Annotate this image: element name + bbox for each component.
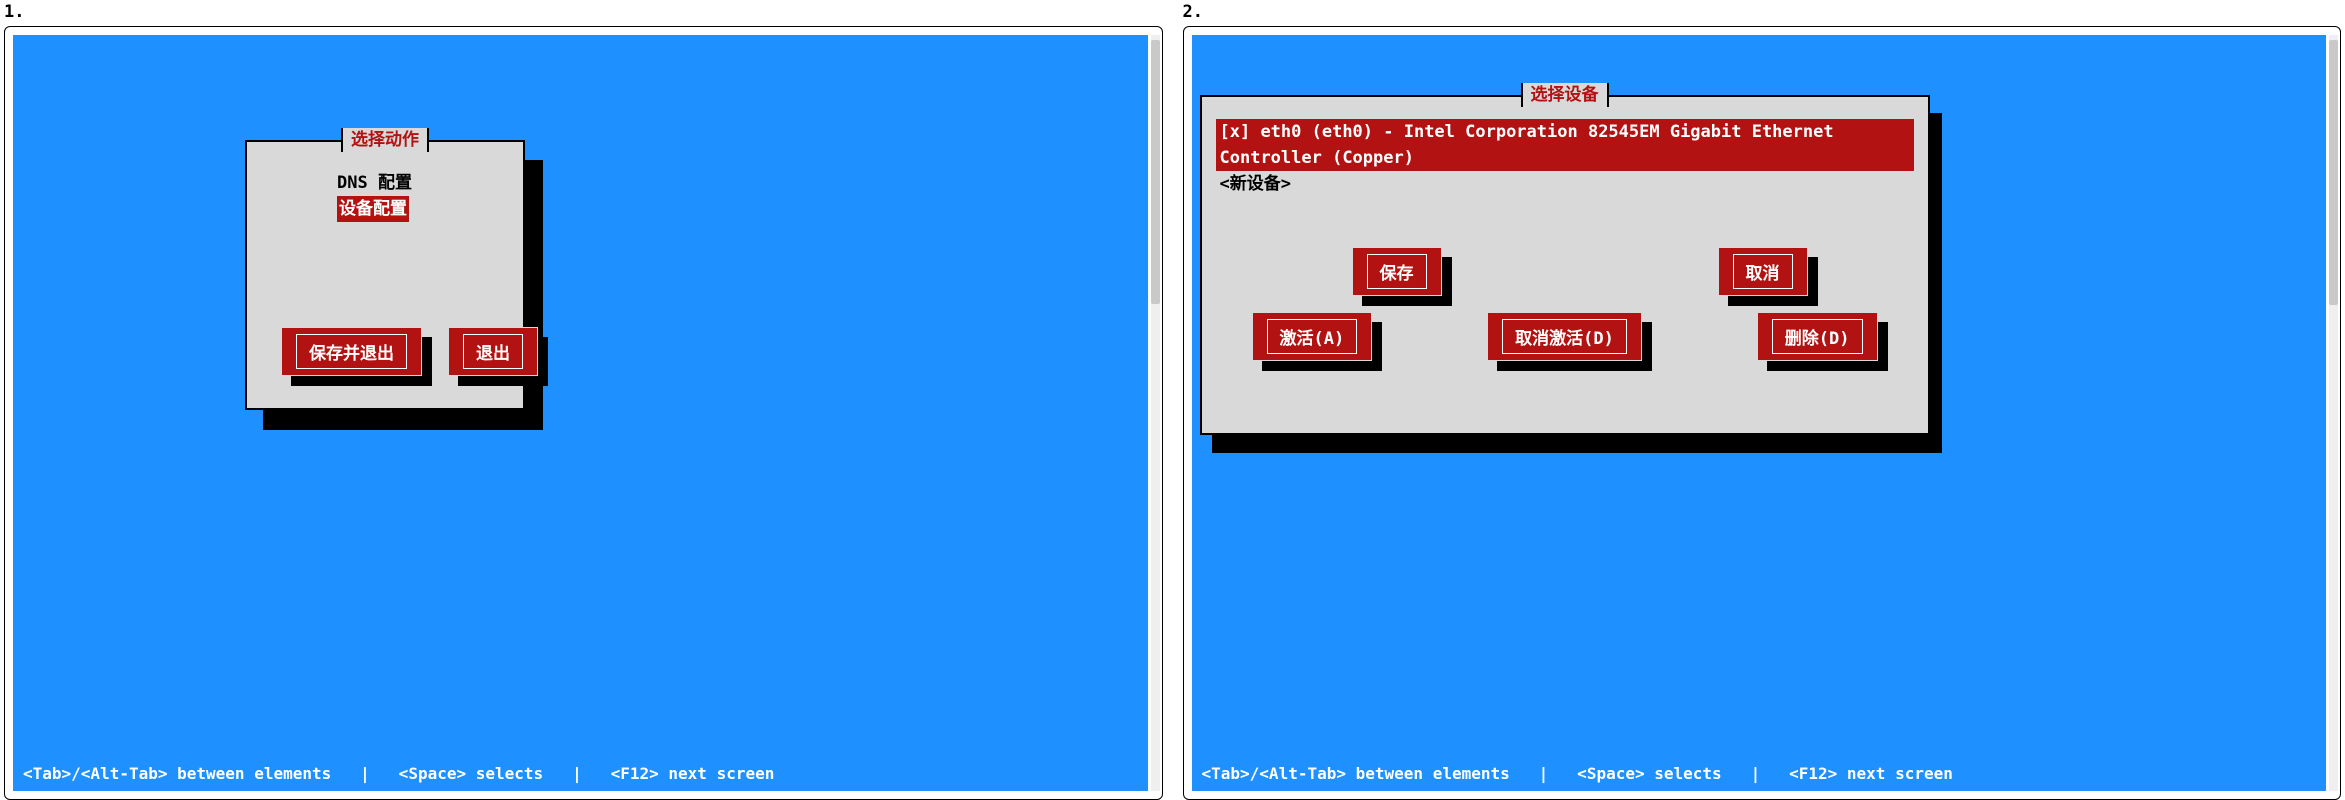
panel-1: 1. 选择动作 DNS 配置 设备配置 保存并 <box>4 0 1163 800</box>
device-list: [x] eth0 (eth0) - Intel Corporation 8254… <box>1216 119 1914 197</box>
save-button[interactable]: 保存 <box>1352 247 1442 296</box>
panel-number-1: 1. <box>4 0 1163 26</box>
scrollbar[interactable] <box>2329 35 2338 791</box>
help-bar: <Tab>/<Alt-Tab> between elements | <Spac… <box>1202 764 1953 783</box>
device-item-eth0[interactable]: [x] eth0 (eth0) - Intel Corporation 8254… <box>1216 119 1914 171</box>
terminal-window-2: 选择设备 [x] eth0 (eth0) - Intel Corporation… <box>1183 26 2342 800</box>
select-action-dialog: 选择动作 DNS 配置 设备配置 保存并退出 <box>245 140 525 410</box>
cancel-button[interactable]: 取消 <box>1718 247 1808 296</box>
dialog-title: 选择设备 <box>1521 83 1609 107</box>
exit-button[interactable]: 退出 <box>448 327 538 376</box>
menu-item-dns[interactable]: DNS 配置 <box>337 170 523 196</box>
panel-2: 2. 选择设备 [x] eth0 (eth0) - Intel Corporat… <box>1183 0 2342 800</box>
select-device-dialog: 选择设备 [x] eth0 (eth0) - Intel Corporation… <box>1200 95 1930 435</box>
help-bar: <Tab>/<Alt-Tab> between elements | <Spac… <box>23 764 774 783</box>
save-and-exit-button[interactable]: 保存并退出 <box>281 327 422 376</box>
menu-item-device-config[interactable]: 设备配置 <box>337 196 409 222</box>
action-menu: DNS 配置 设备配置 <box>337 170 523 222</box>
panel-number-2: 2. <box>1183 0 2342 26</box>
delete-button[interactable]: 删除(D) <box>1757 312 1878 361</box>
activate-button[interactable]: 激活(A) <box>1252 312 1373 361</box>
terminal-window-1: 选择动作 DNS 配置 设备配置 保存并退出 <box>4 26 1163 800</box>
deactivate-button[interactable]: 取消激活(D) <box>1487 312 1642 361</box>
scrollbar[interactable] <box>1151 35 1160 791</box>
device-item-new[interactable]: <新设备> <box>1216 174 1295 194</box>
dialog-title: 选择动作 <box>341 128 429 152</box>
